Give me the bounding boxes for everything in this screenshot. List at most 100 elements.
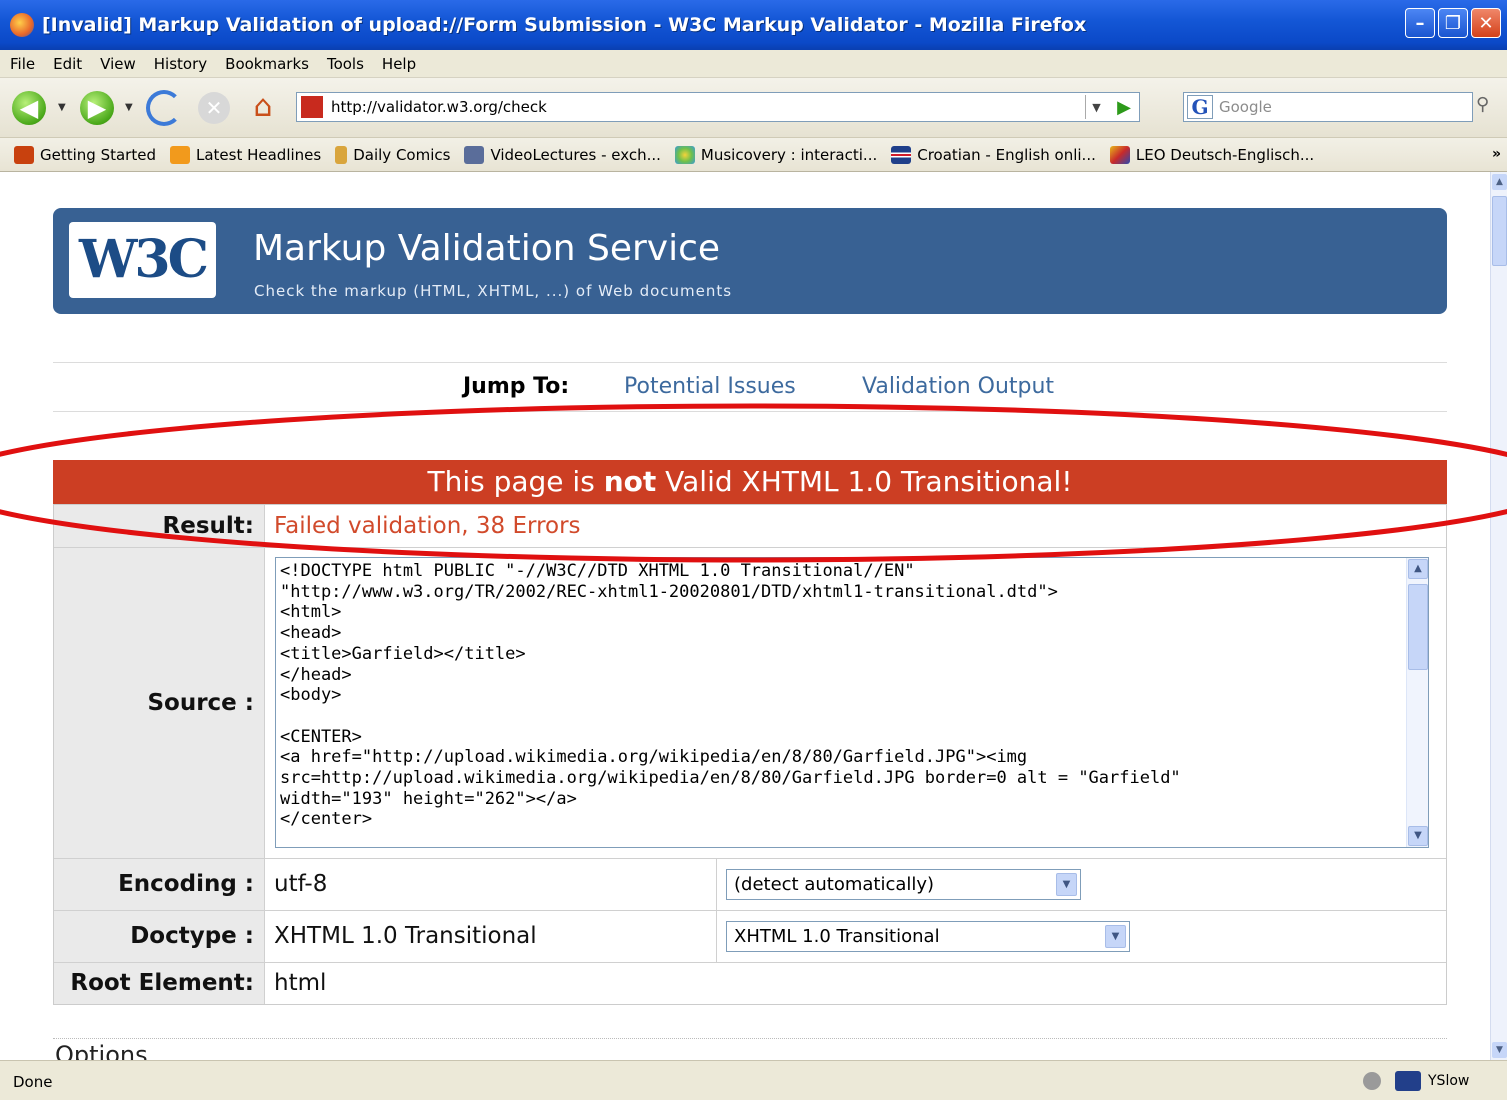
home-button[interactable]: ⌂ — [246, 91, 280, 123]
comics-icon — [335, 145, 348, 164]
navigation-toolbar: ◀ ▼ ▶ ▼ ✕ ⌂ http://validator.w3.org/chec… — [0, 78, 1507, 138]
page-scrollbar[interactable]: ▲ ▼ — [1490, 172, 1507, 1060]
bookmark-daily-comics[interactable]: Daily Comics — [335, 145, 450, 164]
menu-bookmarks[interactable]: Bookmarks — [225, 55, 309, 73]
scroll-down-arrow-icon[interactable]: ▼ — [1492, 1042, 1507, 1058]
leo-icon — [1109, 145, 1130, 164]
potential-issues-link[interactable]: Potential Issues — [624, 374, 796, 399]
bookmarks-overflow-chevron-icon[interactable]: » — [1492, 146, 1501, 162]
forward-button[interactable]: ▶ — [80, 91, 114, 125]
root-element-label: Root Element: — [54, 963, 265, 1004]
search-placeholder[interactable]: Google — [1219, 98, 1272, 116]
source-textarea[interactable]: <!DOCTYPE html PUBLIC "-//W3C//DTD XHTML… — [275, 557, 1429, 848]
back-arrow-icon: ◀ — [12, 91, 46, 125]
w3c-logo[interactable]: W3C — [69, 222, 216, 298]
bookmark-label: Latest Headlines — [195, 145, 322, 164]
rss-icon — [169, 145, 190, 164]
bookmark-musicovery[interactable]: Musicovery : interacti... — [674, 145, 877, 164]
addon-status-icon[interactable] — [1363, 1072, 1381, 1090]
menu-file[interactable]: File — [10, 55, 35, 73]
menu-help[interactable]: Help — [382, 55, 416, 73]
bookmark-label: Getting Started — [40, 145, 156, 164]
site-favicon — [301, 96, 323, 118]
result-label: Result: — [54, 505, 265, 547]
status-text: Done — [13, 1073, 53, 1091]
menu-tools[interactable]: Tools — [327, 55, 364, 73]
url-text[interactable]: http://validator.w3.org/check — [331, 98, 547, 116]
url-history-dropdown[interactable]: ▼ — [1085, 95, 1107, 119]
page-scroll-thumb[interactable] — [1492, 196, 1507, 266]
url-bar[interactable]: http://validator.w3.org/check ▼ ▶ — [296, 92, 1140, 122]
jump-to-bar: Jump To: Potential Issues Validation Out… — [53, 362, 1447, 412]
scroll-down-arrow-icon[interactable]: ▼ — [1408, 826, 1428, 846]
encoding-select[interactable]: (detect automatically) ▼ — [726, 869, 1081, 900]
validation-result-heading: This page is not Valid XHTML 1.0 Transit… — [53, 460, 1447, 504]
yslow-label[interactable]: YSlow — [1428, 1073, 1469, 1089]
root-element-value: html — [274, 970, 327, 996]
musicovery-icon — [674, 145, 695, 164]
firefox-icon — [10, 13, 34, 37]
window-title-bar[interactable]: [Invalid] Markup Validation of upload://… — [0, 0, 1507, 50]
search-bar[interactable]: G Google — [1183, 92, 1473, 122]
doctype-label: Doctype : — [54, 911, 265, 962]
source-row: Source : <!DOCTYPE html PUBLIC "-//W3C//… — [54, 548, 1446, 859]
options-label[interactable]: Options — [55, 1041, 148, 1060]
window-controls: – ❐ ✕ — [1405, 8, 1501, 38]
forward-history-dropdown[interactable]: ▼ — [125, 102, 133, 113]
result-table: Result: Failed validation, 38 Errors Sou… — [53, 504, 1447, 1005]
back-button[interactable]: ◀ — [12, 91, 46, 125]
bookmark-croatian-english[interactable]: Croatian - English onli... — [891, 145, 1096, 164]
go-button[interactable]: ▶ — [1113, 95, 1135, 119]
heading-text-pre: This page is — [427, 465, 604, 498]
stop-icon: ✕ — [198, 92, 230, 124]
encoding-label: Encoding : — [54, 859, 265, 910]
google-engine-icon[interactable]: G — [1187, 95, 1213, 119]
service-title[interactable]: Markup Validation Service — [253, 228, 720, 269]
scroll-thumb[interactable] — [1408, 584, 1428, 670]
close-button[interactable]: ✕ — [1471, 8, 1501, 38]
back-history-dropdown[interactable]: ▼ — [58, 102, 66, 113]
chevron-down-icon[interactable]: ▼ — [1105, 925, 1126, 948]
videolectures-icon — [464, 145, 485, 164]
heading-text-post: Valid XHTML 1.0 Transitional! — [656, 465, 1073, 498]
doctype-row: Doctype : XHTML 1.0 Transitional XHTML 1… — [54, 911, 1446, 963]
validation-output-link[interactable]: Validation Output — [862, 374, 1054, 399]
scroll-up-arrow-icon[interactable]: ▲ — [1408, 559, 1428, 579]
heading-text-bold: not — [603, 465, 657, 498]
jump-to-label: Jump To: — [463, 374, 570, 399]
forward-arrow-icon: ▶ — [80, 91, 114, 125]
uk-flag-icon — [891, 145, 912, 164]
options-section[interactable]: Options — [53, 1038, 1447, 1060]
reload-button[interactable] — [146, 90, 182, 126]
chevron-down-icon[interactable]: ▼ — [1056, 873, 1077, 896]
yslow-icon[interactable] — [1395, 1071, 1421, 1091]
bookmark-leo[interactable]: LEO Deutsch-Englisch... — [1109, 145, 1315, 164]
menu-history[interactable]: History — [154, 55, 207, 73]
source-scrollbar[interactable]: ▲ ▼ — [1406, 558, 1428, 847]
validator-banner: W3C Markup Validation Service Check the … — [53, 208, 1447, 314]
minimize-button[interactable]: – — [1405, 8, 1435, 38]
status-bar: Done YSlow — [0, 1060, 1507, 1100]
stop-button[interactable]: ✕ — [198, 92, 230, 124]
bookmark-getting-started[interactable]: Getting Started — [14, 145, 156, 164]
bookmark-label: Croatian - English onli... — [917, 145, 1096, 164]
home-icon: ⌂ — [253, 89, 273, 124]
menu-view[interactable]: View — [100, 55, 136, 73]
firefox-icon — [14, 145, 34, 164]
source-code[interactable]: <!DOCTYPE html PUBLIC "-//W3C//DTD XHTML… — [276, 558, 1428, 833]
maximize-button[interactable]: ❐ — [1438, 8, 1468, 38]
menu-edit[interactable]: Edit — [53, 55, 82, 73]
encoding-select-value: (detect automatically) — [734, 874, 935, 895]
bookmark-videolectures[interactable]: VideoLectures - exch... — [464, 145, 661, 164]
result-row: Result: Failed validation, 38 Errors — [54, 505, 1446, 548]
bookmark-label: LEO Deutsch-Englisch... — [1135, 145, 1315, 164]
scroll-up-arrow-icon[interactable]: ▲ — [1492, 174, 1507, 190]
search-magnifier-icon[interactable]: ⚲ — [1476, 94, 1504, 120]
bookmark-label: VideoLectures - exch... — [490, 145, 661, 164]
menu-bar: File Edit View History Bookmarks Tools H… — [0, 50, 1507, 78]
doctype-select[interactable]: XHTML 1.0 Transitional ▼ — [726, 921, 1130, 952]
source-label: Source : — [54, 548, 265, 858]
root-element-row: Root Element: html — [54, 963, 1446, 1004]
bookmark-latest-headlines[interactable]: Latest Headlines — [169, 145, 322, 164]
encoding-row: Encoding : utf-8 (detect automatically) … — [54, 859, 1446, 911]
